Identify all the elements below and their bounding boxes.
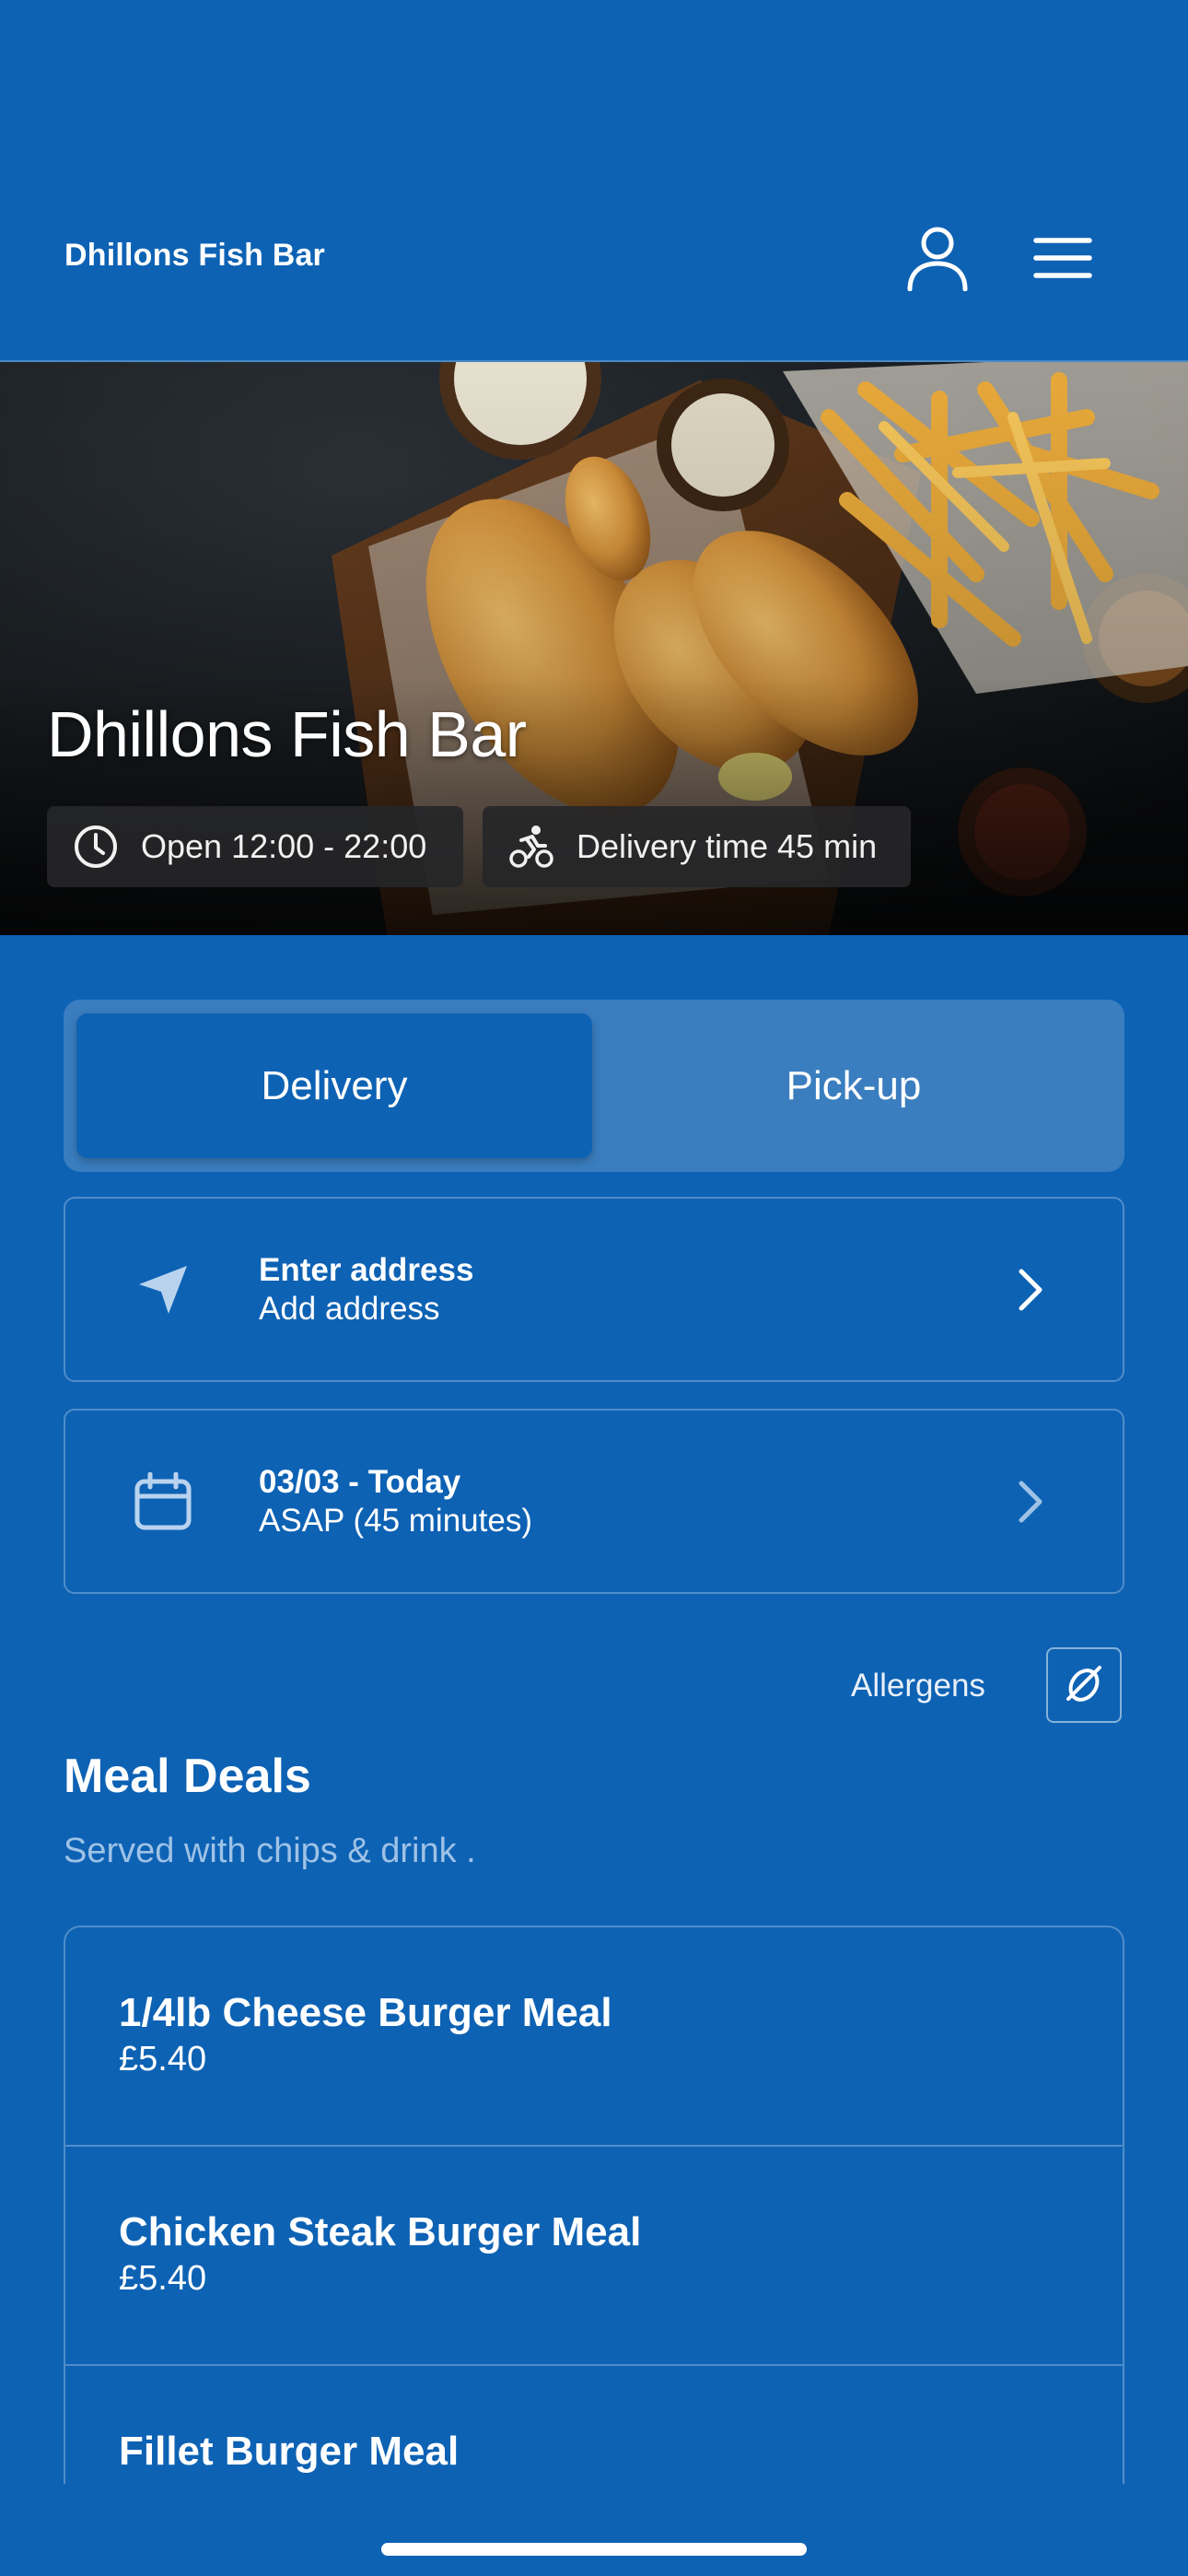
date-subtitle: ASAP (45 minutes): [259, 1503, 532, 1539]
menu-item-price: £5.40: [119, 2040, 207, 2078]
delivery-time-selector[interactable]: 03/03 - Today ASAP (45 minutes): [64, 1409, 1124, 1594]
menu-item[interactable]: 1/4lb Cheese Burger Meal £5.40: [65, 1927, 1123, 2147]
home-indicator[interactable]: [381, 2543, 807, 2556]
bicycle-icon: [507, 822, 556, 872]
opening-hours-badge: Open 12:00 - 22:00: [47, 806, 463, 887]
menu-item[interactable]: Chicken Steak Burger Meal £5.40: [65, 2147, 1123, 2366]
allergens-label[interactable]: Allergens: [851, 1668, 985, 1704]
restaurant-title: Dhillons Fish Bar: [47, 698, 527, 770]
address-selector[interactable]: Enter address Add address: [64, 1197, 1124, 1382]
address-subtitle: Add address: [259, 1291, 440, 1327]
allergens-button[interactable]: [1046, 1647, 1122, 1723]
delivery-tab[interactable]: Delivery: [76, 1013, 592, 1158]
delivery-time-badge: Delivery time 45 min: [483, 806, 911, 887]
hamburger-menu-icon[interactable]: [1026, 221, 1100, 295]
menu-item[interactable]: Fillet Burger Meal: [65, 2366, 1123, 2484]
calendar-icon: [126, 1465, 200, 1539]
menu-item-name: 1/4lb Cheese Burger Meal: [119, 1990, 612, 2035]
brand-name[interactable]: Dhillons Fish Bar: [64, 238, 325, 274]
app-header: Dhillons Fish Bar: [0, 0, 1188, 362]
pickup-tab[interactable]: Pick-up: [596, 1013, 1112, 1158]
clock-icon: [71, 822, 121, 872]
location-arrow-icon: [126, 1253, 200, 1327]
address-title: Enter address: [259, 1252, 474, 1288]
section-title: Meal Deals: [64, 1750, 311, 1803]
menu-item-name: Chicken Steak Burger Meal: [119, 2209, 642, 2254]
chevron-right-icon: [1012, 1474, 1049, 1529]
hero-banner: Dhillons Fish Bar Open 12:00 - 22:00 Del…: [0, 362, 1188, 935]
allergen-icon: [1063, 1662, 1105, 1709]
delivery-time-text: Delivery time 45 min: [577, 827, 878, 865]
opening-hours-text: Open 12:00 - 22:00: [141, 827, 427, 865]
date-title: 03/03 - Today: [259, 1464, 461, 1500]
menu-item-name: Fillet Burger Meal: [119, 2429, 460, 2474]
order-mode-toggle: Delivery Pick-up: [64, 1000, 1124, 1172]
section-subtitle: Served with chips & drink .: [64, 1832, 476, 1870]
menu-list: 1/4lb Cheese Burger Meal £5.40 Chicken S…: [64, 1926, 1124, 2484]
user-icon[interactable]: [901, 221, 974, 295]
chevron-right-icon: [1012, 1262, 1049, 1317]
menu-item-price: £5.40: [119, 2259, 207, 2298]
